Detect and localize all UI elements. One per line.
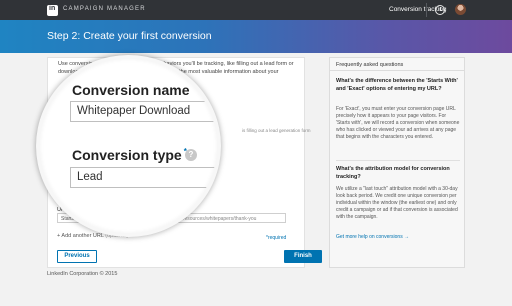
previous-button[interactable]: Previous [57, 250, 97, 263]
clock-icon[interactable] [435, 5, 445, 15]
avatar[interactable] [455, 4, 466, 15]
finish-button[interactable]: Finish [284, 250, 322, 263]
faq-sidebar: Frequently asked questions What's the di… [329, 57, 465, 268]
conversion-type-select[interactable]: Lead [70, 167, 217, 188]
faq-question-2: What's the attribution model for convers… [336, 166, 450, 180]
help-icon[interactable]: ? [185, 149, 197, 161]
magnifier-callout: Conversion name Whitepaper Download Conv… [36, 55, 221, 237]
top-navigation-bar: in CAMPAIGN MANAGER Conversion tracking [0, 0, 512, 20]
faq-answer-1: For 'Exact', you must enter your convers… [336, 106, 460, 140]
footer-copyright: LinkedIn Corporation © 2015 [47, 271, 118, 277]
faq-more-help-link[interactable]: Get more help on conversions → [336, 234, 409, 240]
app-name: CAMPAIGN MANAGER [63, 6, 146, 12]
logo-text: in [49, 5, 56, 12]
required-note: *required [266, 235, 287, 241]
conversion-type-label-text: Conversion type [72, 147, 182, 163]
page-header-banner: Step 2: Create your first conversion [0, 20, 512, 53]
lead-form-note: is filling out a lead generation form [242, 128, 311, 133]
add-url-label: + Add another URL [57, 233, 104, 239]
faq-header: Frequently asked questions [330, 58, 464, 71]
conversion-name-label: Conversion name [72, 82, 190, 98]
conversion-type-label: Conversion type* [72, 147, 187, 163]
nav-divider [426, 3, 427, 17]
faq-divider [336, 160, 460, 161]
page-title: Step 2: Create your first conversion [47, 30, 212, 42]
conversion-name-input[interactable]: Whitepaper Download [70, 101, 217, 122]
linkedin-logo[interactable]: in [47, 5, 58, 16]
faq-question-1: What's the difference between the 'Start… [336, 78, 458, 92]
faq-answer-2: We utilize a "last touch" attribution mo… [336, 186, 458, 220]
